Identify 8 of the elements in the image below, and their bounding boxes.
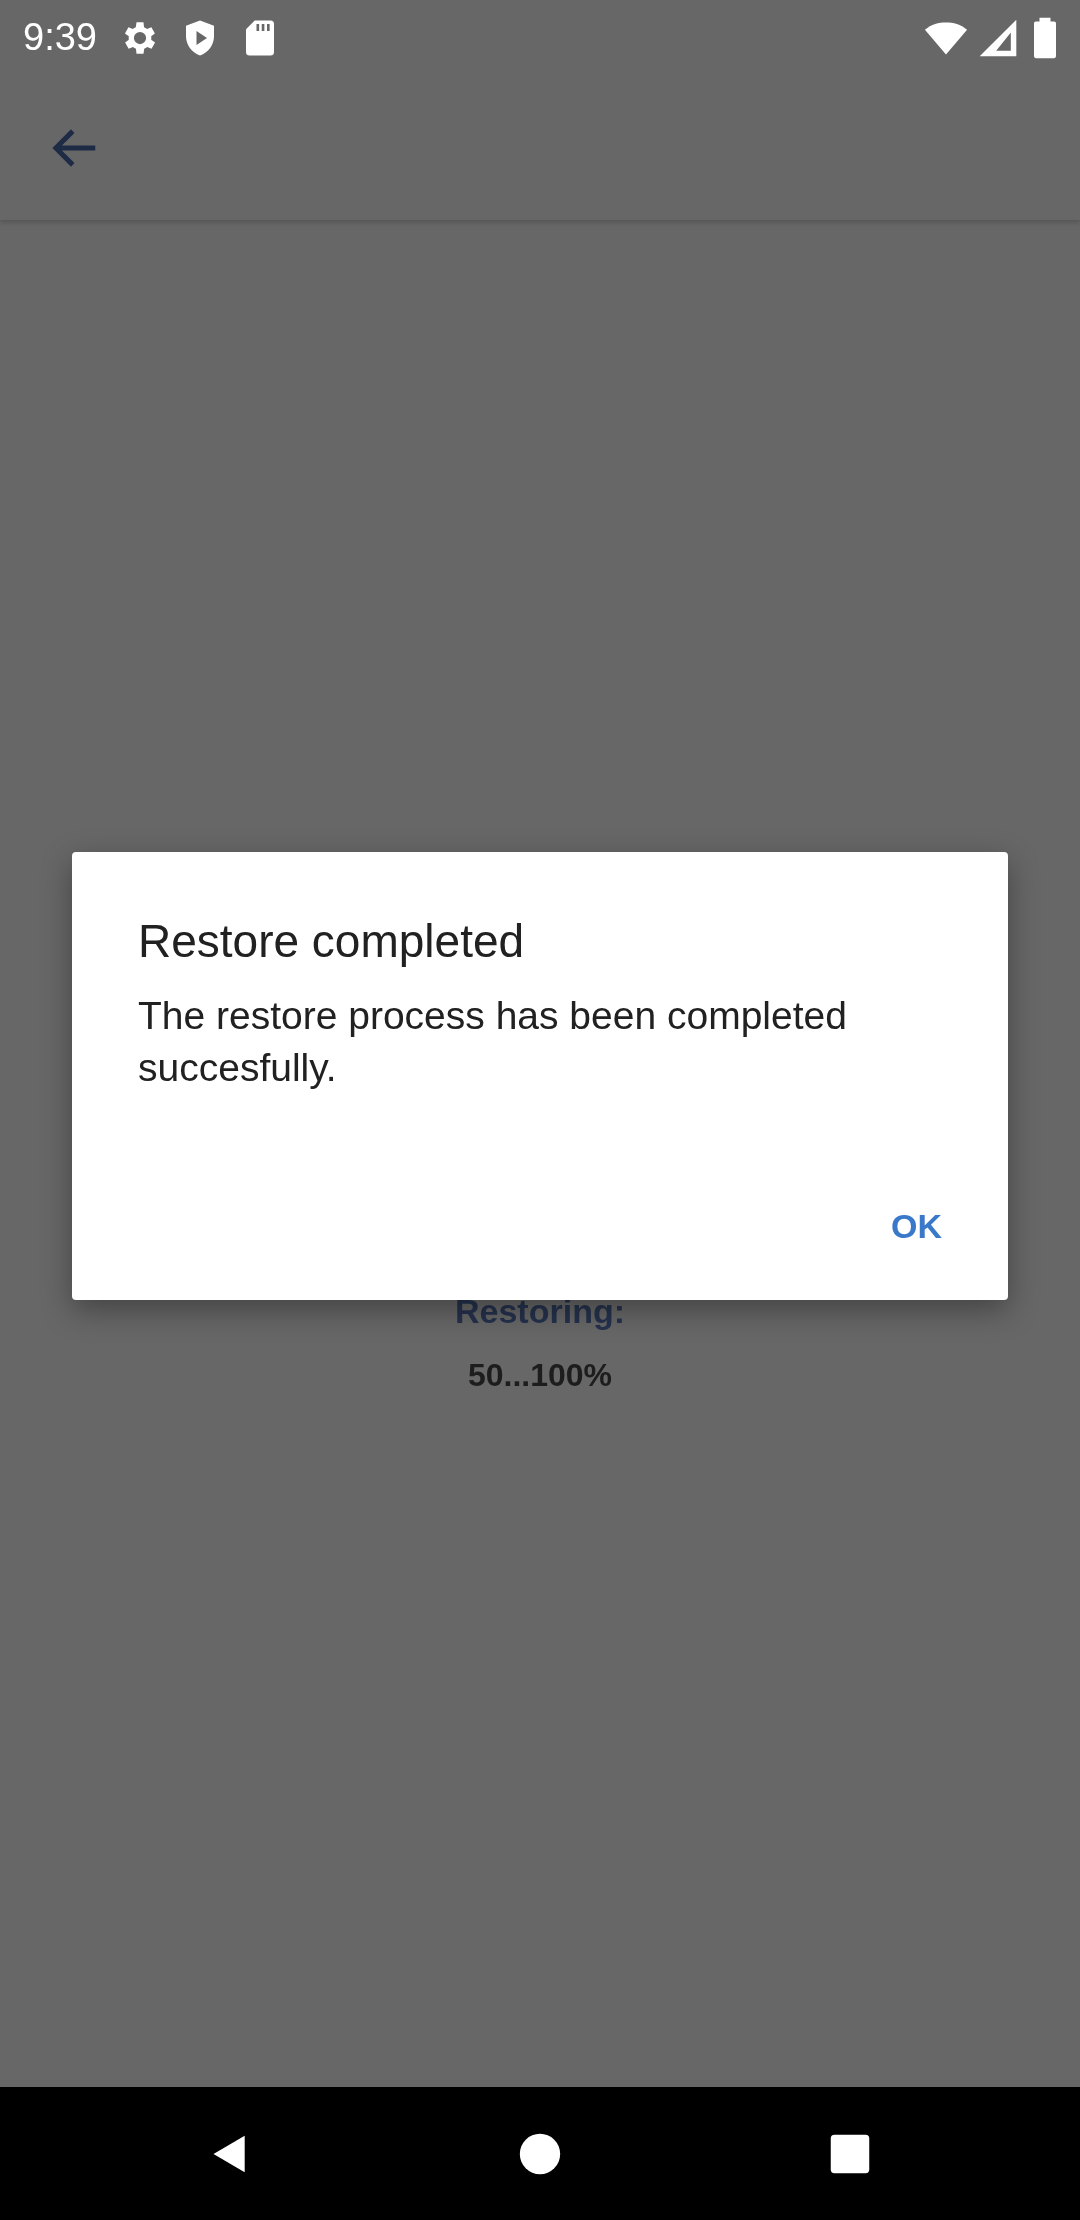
progress-label: Restoring: xyxy=(455,1292,625,1331)
ok-button[interactable]: OK xyxy=(861,1187,972,1266)
home-icon[interactable] xyxy=(518,2131,562,2176)
dialog-message: The restore process has been completed succesfully. xyxy=(138,993,848,1091)
dialog-title: Restore completed xyxy=(138,914,526,968)
battery-icon xyxy=(1032,15,1058,60)
status-time: 9:39 xyxy=(23,16,97,59)
progress-value: 50...100% xyxy=(467,1357,613,1394)
